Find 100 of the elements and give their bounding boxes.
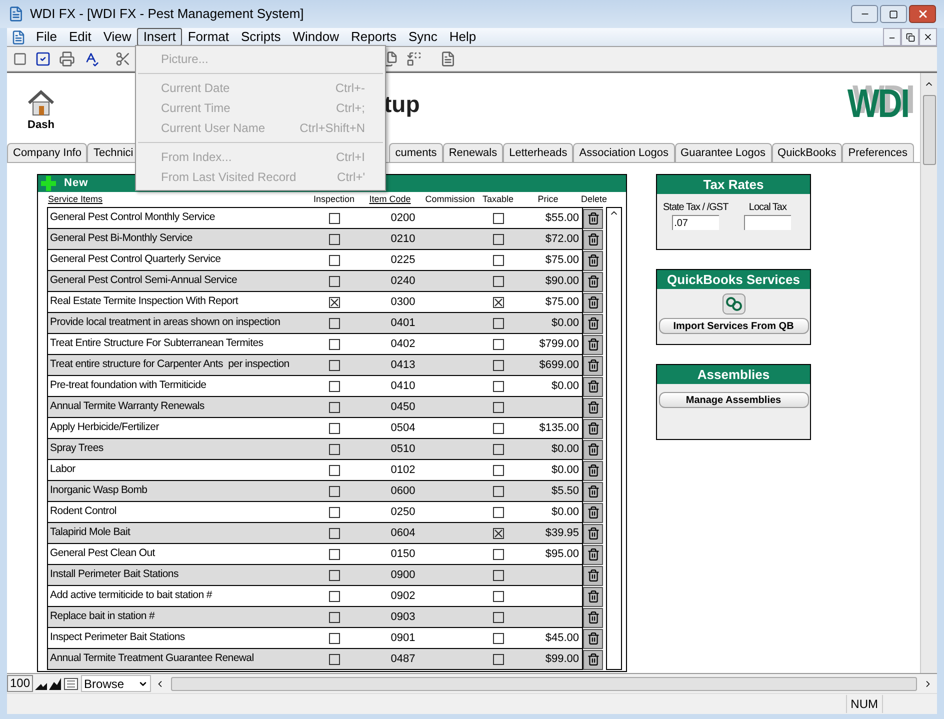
checkbox[interactable] (328, 444, 340, 454)
tab[interactable]: cuments (389, 143, 443, 162)
menu-item[interactable]: Scripts (235, 28, 287, 46)
delete-button[interactable] (583, 250, 603, 270)
records-icon[interactable] (406, 51, 422, 67)
delete-button[interactable] (583, 376, 603, 396)
checked-checkbox[interactable] (492, 528, 504, 538)
delete-button[interactable] (583, 314, 603, 334)
checked-checkbox[interactable] (328, 296, 340, 308)
tab[interactable]: Company Info (7, 143, 88, 162)
checkbox[interactable] (328, 360, 340, 370)
checkbox[interactable] (492, 338, 504, 350)
checkbox[interactable] (492, 632, 504, 644)
checkbox[interactable] (328, 234, 340, 244)
checkbox[interactable] (328, 590, 340, 602)
menu-item[interactable]: View (97, 28, 138, 46)
delete-button[interactable] (583, 418, 603, 438)
delete-button[interactable] (583, 440, 603, 460)
maximize-button[interactable] (880, 5, 907, 23)
menu-item[interactable]: Format (182, 28, 235, 46)
checkbox[interactable] (492, 380, 504, 392)
checkbox[interactable] (328, 422, 340, 434)
checkbox[interactable] (328, 654, 340, 664)
delete-button[interactable] (583, 650, 603, 670)
mode-dropdown[interactable]: Browse (81, 675, 152, 692)
layout-icon[interactable] (64, 678, 78, 690)
vertical-scrollbar[interactable] (606, 207, 622, 670)
checkbox[interactable] (492, 212, 504, 224)
menu-item[interactable]: File (30, 28, 63, 46)
checkbox[interactable] (328, 548, 340, 560)
document-icon[interactable] (440, 51, 456, 67)
checkbox-icon[interactable] (35, 51, 51, 67)
menu-item[interactable]: Window (286, 28, 345, 46)
menu-item[interactable]: Sync (402, 28, 444, 46)
checkbox[interactable] (328, 402, 340, 412)
delete-button[interactable] (583, 356, 603, 376)
manage-assemblies-button[interactable]: Manage Assemblies (658, 392, 808, 408)
delete-button[interactable] (583, 586, 603, 606)
delete-button[interactable] (583, 230, 603, 250)
tab[interactable]: Renewals (442, 143, 504, 162)
scroll-thumb[interactable] (922, 95, 936, 165)
checkbox[interactable] (328, 338, 340, 350)
house-icon[interactable] (27, 89, 55, 117)
checkbox[interactable] (492, 464, 504, 476)
cut-icon[interactable] (115, 51, 131, 67)
close-button[interactable] (919, 28, 937, 46)
checkbox[interactable] (492, 486, 504, 496)
delete-button[interactable] (583, 608, 603, 628)
tab[interactable]: QuickBooks (772, 143, 842, 162)
menu-item[interactable]: Insert (137, 28, 182, 46)
checkbox[interactable] (328, 528, 340, 538)
checkbox[interactable] (328, 254, 340, 266)
checkbox[interactable] (328, 276, 340, 286)
delete-button[interactable] (583, 334, 603, 354)
print-icon[interactable] (59, 51, 75, 67)
checkbox[interactable] (492, 234, 504, 244)
delete-button[interactable] (583, 482, 603, 502)
delete-button[interactable] (583, 502, 603, 522)
window-icon[interactable] (13, 52, 27, 66)
zoom-in-icon[interactable] (49, 678, 62, 690)
checkbox[interactable] (328, 612, 340, 622)
import-services-button[interactable]: Import Services From QB (658, 318, 808, 334)
checkbox[interactable] (492, 254, 504, 266)
checkbox[interactable] (328, 486, 340, 496)
menu-item[interactable]: Help (443, 28, 482, 46)
delete-button[interactable] (583, 524, 603, 544)
delete-button[interactable] (583, 566, 603, 586)
menu-item[interactable]: Edit (62, 28, 98, 46)
checkbox[interactable] (492, 360, 504, 370)
checkbox[interactable] (492, 444, 504, 454)
checkbox[interactable] (492, 612, 504, 622)
checkbox[interactable] (328, 212, 340, 224)
zoom-level[interactable]: 100 (7, 675, 34, 692)
restore-button[interactable] (901, 28, 919, 46)
tab[interactable]: Association Logos (573, 143, 675, 162)
delete-button[interactable] (583, 628, 603, 648)
delete-button[interactable] (583, 398, 603, 418)
state-tax-field[interactable]: .07 (672, 215, 720, 230)
delete-button[interactable] (583, 544, 603, 564)
delete-button[interactable] (583, 460, 603, 480)
delete-button[interactable] (583, 208, 603, 228)
close-button[interactable] (909, 5, 936, 23)
checkbox[interactable] (492, 548, 504, 560)
menu-item[interactable]: Reports (344, 28, 403, 46)
tab[interactable]: Preferences (842, 143, 914, 162)
checkbox[interactable] (492, 422, 504, 434)
checkbox[interactable] (328, 464, 340, 476)
checkbox[interactable] (328, 380, 340, 392)
checkbox[interactable] (328, 506, 340, 518)
checkbox[interactable] (492, 570, 504, 580)
local-tax-field[interactable] (744, 215, 792, 230)
checkbox[interactable] (492, 276, 504, 286)
checkbox[interactable] (492, 654, 504, 664)
new-button[interactable]: New (41, 175, 88, 192)
quickbooks-icon[interactable] (722, 293, 746, 315)
checked-checkbox[interactable] (492, 296, 504, 308)
checkbox[interactable] (492, 590, 504, 602)
checkbox[interactable] (328, 318, 340, 328)
tab[interactable]: Letterheads (503, 143, 574, 162)
checkbox[interactable] (492, 506, 504, 518)
